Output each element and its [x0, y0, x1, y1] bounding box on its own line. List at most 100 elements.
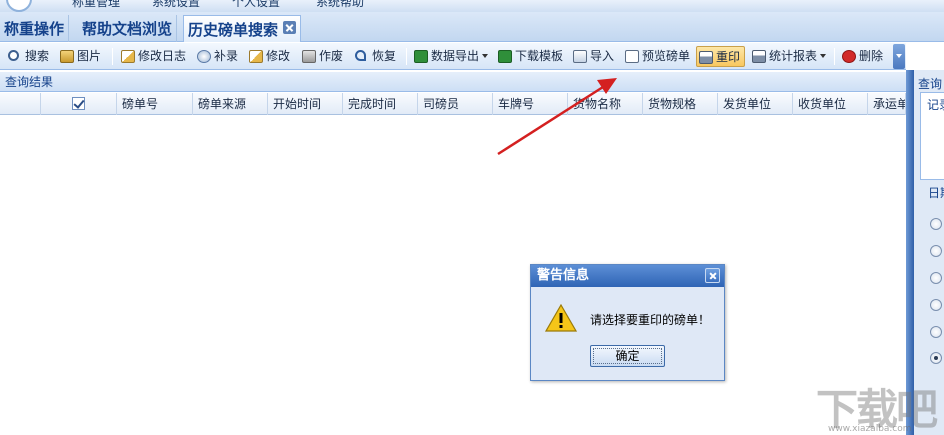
toolbar-overflow-button[interactable] — [893, 44, 905, 69]
column-header-carrier[interactable]: 承运单 — [868, 93, 906, 115]
restore-button-label: 恢复 — [372, 49, 397, 63]
app-logo-icon — [6, 0, 32, 12]
modify-button[interactable]: 修改 — [247, 46, 290, 67]
column-header-slip-number[interactable]: 磅单号 — [117, 93, 193, 115]
printer-icon — [752, 50, 766, 63]
tab-strip: 称重操作 帮助文档浏览 历史磅单搜索 — [0, 12, 944, 42]
tab-help-docs[interactable]: 帮助文档浏览 — [78, 15, 178, 42]
menu-bar: 称重管理 系统设置 个人设置 系统帮助 — [0, 0, 944, 12]
date-group-label: 日期 — [928, 186, 944, 200]
add-icon — [197, 50, 211, 63]
watermark-url: www.xiazaiba.com — [828, 424, 912, 434]
grid-header-select — [41, 93, 117, 115]
preview-icon — [625, 50, 639, 63]
dialog-close-icon[interactable] — [705, 268, 720, 283]
watermark-logo: 下载吧 www.xiazaiba.com — [806, 374, 944, 435]
statistics-report-button[interactable]: 统计报表 — [750, 46, 827, 67]
export-data-button-label: 数据导出 — [431, 49, 480, 63]
date-option-radio[interactable] — [930, 245, 942, 257]
image-button[interactable]: 图片 — [58, 46, 101, 67]
column-header-slip-source[interactable]: 磅单来源 — [193, 93, 268, 115]
column-header-operator[interactable]: 司磅员 — [418, 93, 493, 115]
record-group-label: 记录 — [927, 98, 944, 112]
column-header-plate-number[interactable]: 车牌号 — [493, 93, 568, 115]
app-window: 称重管理 系统设置 个人设置 系统帮助 称重操作 帮助文档浏览 历史磅单搜索 搜… — [0, 0, 944, 435]
results-panel-title: 查询结果 — [0, 72, 906, 92]
image-icon — [60, 50, 74, 63]
delete-button-label: 删除 — [859, 49, 884, 63]
export-data-button[interactable]: 数据导出 — [412, 46, 489, 67]
date-option-radio[interactable] — [930, 299, 942, 311]
delete-button[interactable]: 删除 — [840, 46, 883, 67]
supplement-button-label: 补录 — [214, 49, 239, 63]
excel-icon — [498, 50, 512, 63]
dialog-title-text: 警告信息 — [537, 268, 590, 283]
menu-item-personal-settings[interactable]: 个人设置 — [232, 0, 280, 10]
menu-item-help[interactable]: 系统帮助 — [316, 0, 364, 10]
column-header-receiver[interactable]: 收货单位 — [793, 93, 868, 115]
undo-icon — [355, 50, 366, 61]
menu-item-system-settings[interactable]: 系统设置 — [152, 0, 200, 10]
column-header-goods-name[interactable]: 货物名称 — [568, 93, 643, 115]
warning-dialog: 警告信息 请选择要重印的磅单！ 确定 — [530, 264, 725, 381]
import-button-label: 导入 — [590, 49, 615, 63]
date-option-radio[interactable] — [930, 326, 942, 338]
restore-button[interactable]: 恢复 — [353, 46, 396, 67]
query-panel-title: 查询 — [918, 77, 943, 91]
delete-icon — [842, 50, 856, 63]
download-template-button[interactable]: 下载模板 — [496, 46, 563, 67]
modify-button-label: 修改 — [266, 49, 291, 63]
reprint-button[interactable]: 重印 — [696, 46, 745, 67]
edit-log-icon — [121, 50, 135, 63]
toolbar: 搜索 图片 修改日志 补录 修改 作废 恢复 数据导出 下载模板 导入 预览磅单… — [0, 43, 906, 70]
download-template-button-label: 下载模板 — [515, 49, 564, 63]
date-option-radio-selected[interactable] — [930, 352, 942, 364]
column-header-goods-spec[interactable]: 货物规格 — [643, 93, 718, 115]
tab-label: 历史磅单搜索 — [188, 21, 279, 39]
edit-log-button[interactable]: 修改日志 — [119, 46, 186, 67]
preview-slip-button-label: 预览磅单 — [642, 49, 691, 63]
date-option-radio[interactable] — [930, 218, 942, 230]
statistics-report-button-label: 统计报表 — [769, 49, 818, 63]
image-button-label: 图片 — [77, 49, 102, 63]
tab-close-icon[interactable] — [283, 21, 297, 34]
preview-slip-button[interactable]: 预览磅单 — [623, 46, 690, 67]
tab-weighing-operation[interactable]: 称重操作 — [0, 15, 70, 42]
tab-history-search[interactable]: 历史磅单搜索 — [183, 15, 302, 42]
supplement-button[interactable]: 补录 — [195, 46, 238, 67]
tab-label: 帮助文档浏览 — [82, 20, 173, 38]
trash-icon — [302, 50, 316, 63]
column-header-start-time[interactable]: 开始时间 — [268, 93, 343, 115]
pencil-icon — [249, 50, 263, 63]
dialog-ok-button[interactable]: 确定 — [590, 345, 665, 367]
column-header-finish-time[interactable]: 完成时间 — [343, 93, 418, 115]
void-button[interactable]: 作废 — [300, 46, 343, 67]
import-button[interactable]: 导入 — [571, 46, 614, 67]
chevron-down-icon — [482, 54, 489, 58]
date-option-radio[interactable] — [930, 272, 942, 284]
search-button[interactable]: 搜索 — [6, 46, 49, 67]
select-all-checkbox[interactable] — [72, 97, 85, 110]
toolbar-separator — [112, 48, 113, 65]
reprint-button-label: 重印 — [716, 50, 741, 64]
tab-label: 称重操作 — [4, 20, 65, 38]
chevron-down-icon — [820, 54, 827, 58]
dialog-message: 请选择要重印的磅单！ — [590, 313, 711, 327]
column-header-shipper[interactable]: 发货单位 — [718, 93, 793, 115]
results-grid-body — [0, 115, 906, 435]
record-group: 记录 — [920, 92, 944, 180]
grid-header-spacer — [0, 93, 41, 115]
edit-log-button-label: 修改日志 — [138, 49, 187, 63]
dialog-title: 警告信息 — [531, 265, 724, 287]
search-button-label: 搜索 — [25, 49, 50, 63]
excel-icon — [414, 50, 428, 63]
import-icon — [573, 50, 587, 63]
toolbar-separator — [406, 48, 407, 65]
search-icon — [8, 50, 19, 61]
warning-icon — [545, 304, 577, 332]
void-button-label: 作废 — [319, 49, 344, 63]
printer-icon — [699, 51, 713, 64]
menu-item-weighing[interactable]: 称重管理 — [72, 0, 120, 10]
results-grid-header: 磅单号 磅单来源 开始时间 完成时间 司磅员 车牌号 货物名称 货物规格 发货单… — [0, 93, 906, 115]
toolbar-separator — [834, 48, 835, 65]
